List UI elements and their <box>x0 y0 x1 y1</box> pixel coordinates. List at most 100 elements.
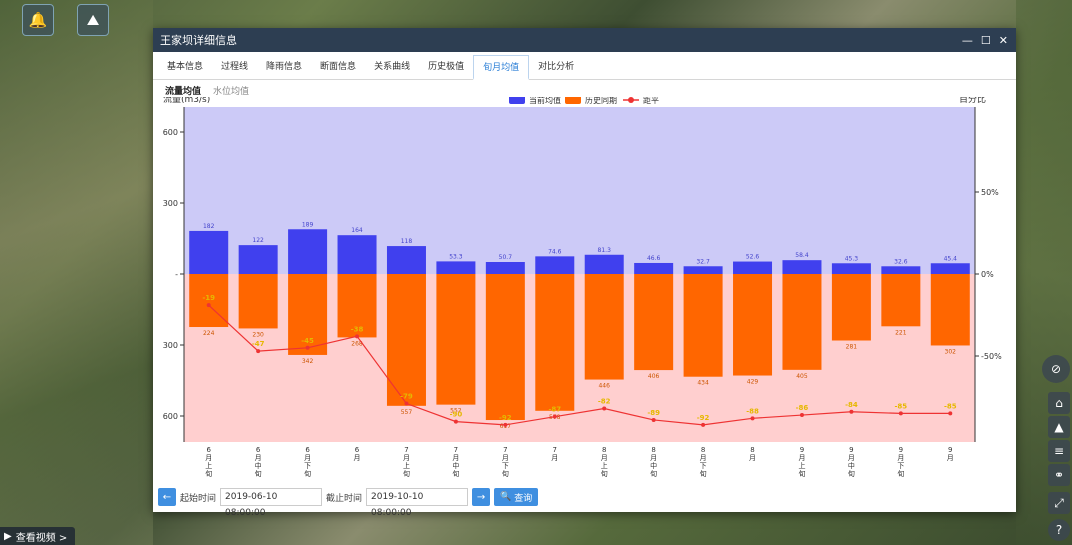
end-time-input[interactable]: 2019-10-10 08:00:00 <box>366 488 469 518</box>
minimize-icon[interactable]: — <box>962 34 973 47</box>
layers-icon[interactable]: ≡ <box>1048 440 1070 462</box>
bar-history-label: 342 <box>302 358 314 365</box>
chart-area: 流量(m3/s) 百分比 600 300 - 300 600 50% 0% -50% 当前均值 历史同… <box>153 93 1016 482</box>
anomaly-point <box>898 411 903 416</box>
x-tick-label-char: 上 <box>205 461 212 470</box>
legend-label-current: 当前均值 <box>529 97 561 105</box>
subtab-1[interactable]: 水位均值 <box>213 84 249 97</box>
x-tick-label-char: 月 <box>601 454 608 462</box>
bar-current <box>436 261 476 274</box>
left-tick-label: 600 <box>163 412 178 421</box>
x-tick-label-char: 月 <box>749 454 756 462</box>
bar-history <box>584 274 624 380</box>
x-tick-label-char: 旬 <box>897 469 904 478</box>
bar-current-label: 182 <box>203 223 215 230</box>
x-tick-label-char: 旬 <box>700 469 707 478</box>
bar-current <box>683 266 723 274</box>
x-tick-label-char: 9 <box>899 446 903 454</box>
prev-arrow-icon[interactable]: ← <box>158 488 176 506</box>
bar-history-label: 221 <box>895 329 907 336</box>
tab-3[interactable]: 断面信息 <box>311 55 365 79</box>
anomaly-label: -87 <box>548 406 561 414</box>
x-tick-label-char: 中 <box>255 461 262 470</box>
bar-history <box>386 274 426 406</box>
compass-icon[interactable]: ⊘ <box>1042 355 1070 383</box>
subtab-0[interactable]: 流量均值 <box>165 84 201 97</box>
bar-current-label: 45.4 <box>944 255 958 262</box>
x-tick-label-char: 8 <box>602 446 606 454</box>
x-tick-label-char: 9 <box>948 446 952 454</box>
anomaly-label: -85 <box>944 402 957 410</box>
bar-current <box>189 230 229 274</box>
anomaly-point <box>503 422 508 427</box>
bar-current <box>386 246 426 274</box>
close-icon[interactable]: ✕ <box>999 34 1008 47</box>
home-icon[interactable]: ⌂ <box>1048 392 1070 414</box>
x-tick-label-char: 上 <box>798 461 805 470</box>
bar-history-label: 446 <box>598 383 610 390</box>
maximize-icon[interactable]: ☐ <box>981 34 991 47</box>
tab-0[interactable]: 基本信息 <box>158 55 212 79</box>
alarm-bell-icon[interactable]: 🔔 <box>22 4 54 36</box>
x-tick-label-char: 旬 <box>304 469 311 478</box>
bar-history-label: 230 <box>252 331 264 338</box>
bar-current <box>584 254 624 274</box>
right-tick-label: 50% <box>981 188 999 197</box>
x-tick-label-char: 上 <box>403 461 410 470</box>
bar-history <box>831 274 871 341</box>
tab-5[interactable]: 历史极值 <box>419 55 473 79</box>
tab-bar: 基本信息 过程线 降雨信息 断面信息 关系曲线 历史极值 旬月均值 对比分析 <box>153 55 1016 80</box>
anomaly-label: -38 <box>351 325 364 333</box>
bar-history <box>485 274 525 421</box>
bar-history-label: 406 <box>648 373 660 380</box>
anomaly-point <box>602 406 607 411</box>
x-tick-label-char: 7 <box>503 446 507 454</box>
bar-history <box>634 274 674 371</box>
bar-current-label: 46.6 <box>647 255 661 262</box>
anomaly-point <box>750 416 755 421</box>
x-tick-label-char: 9 <box>800 446 804 454</box>
right-tick-label: 0% <box>981 270 994 279</box>
bar-current <box>238 245 278 274</box>
legend-marker-anomaly <box>628 97 634 103</box>
help-icon[interactable]: ? <box>1048 519 1070 541</box>
x-tick-label-char: 下 <box>897 462 904 470</box>
bar-current-label: 32.7 <box>696 258 710 265</box>
tab-7[interactable]: 对比分析 <box>529 55 583 79</box>
anomaly-point <box>651 417 656 422</box>
end-time-label: 截止时间 <box>326 493 363 504</box>
query-bar: ← 起始时间 2019-06-10 08:00:00 截止时间 2019-10-… <box>158 488 539 518</box>
x-tick-label-char: 旬 <box>798 469 805 478</box>
bar-current <box>634 262 674 274</box>
anomaly-label: -85 <box>895 402 908 410</box>
chart-icon[interactable]: ▲ <box>1048 416 1070 438</box>
tab-4[interactable]: 关系曲线 <box>365 55 419 79</box>
anomaly-label: -89 <box>647 409 660 417</box>
anomaly-point <box>799 413 804 418</box>
query-button[interactable]: 🔍 查询 <box>494 488 539 506</box>
tab-1[interactable]: 过程线 <box>212 55 257 79</box>
x-tick-label-char: 上 <box>601 461 608 470</box>
x-tick-label-char: 下 <box>304 462 311 470</box>
x-tick-label-char: 月 <box>848 454 855 462</box>
x-tick-label-char: 旬 <box>255 469 262 478</box>
anomaly-point <box>948 411 953 416</box>
next-arrow-icon[interactable]: → <box>472 488 491 506</box>
terrain-icon[interactable]: ⛰ <box>77 4 109 36</box>
bar-current-label: 58.4 <box>795 252 809 259</box>
x-tick-label-char: 月 <box>897 454 904 462</box>
fullscreen-icon[interactable]: ⤢ <box>1048 492 1070 514</box>
anomaly-point <box>552 414 557 419</box>
tab-2[interactable]: 降雨信息 <box>257 55 311 79</box>
x-tick-label-char: 月 <box>205 454 212 462</box>
anomaly-label: -47 <box>252 340 265 348</box>
window-titlebar: 王家坝详细信息 — ☐ ✕ <box>153 28 1016 52</box>
y-axis-title-left: 流量(m3/s) <box>163 97 210 105</box>
tab-6[interactable]: 旬月均值 <box>473 55 530 80</box>
start-time-input[interactable]: 2019-06-10 08:00:00 <box>220 488 323 518</box>
bar-current <box>831 263 871 274</box>
share-icon[interactable]: ⚭ <box>1048 464 1070 486</box>
x-tick-label-char: 旬 <box>205 469 212 478</box>
view-video-button[interactable]: ▶ 查看视频 > <box>0 527 76 545</box>
x-tick-label-char: 月 <box>354 454 361 462</box>
